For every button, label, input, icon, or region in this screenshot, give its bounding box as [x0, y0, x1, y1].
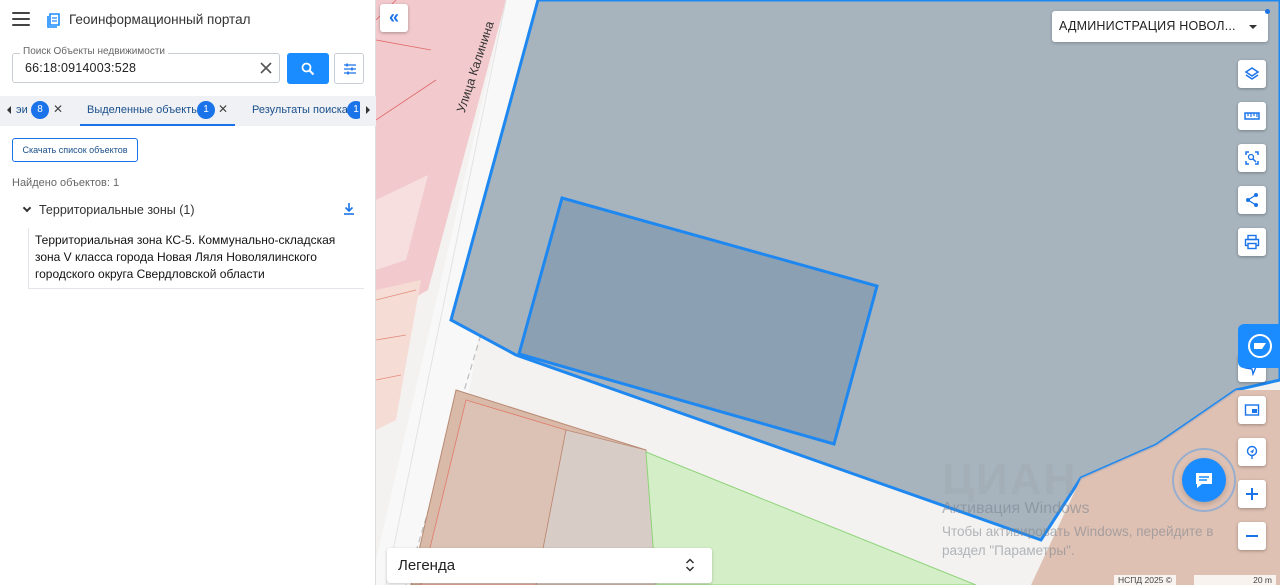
- select-area-button[interactable]: [1238, 144, 1266, 172]
- search-label: Поиск Объекты недвижимости: [20, 46, 168, 57]
- chevron-down-icon: [1249, 25, 1257, 29]
- search-value: 66:18:0914003:528: [25, 61, 137, 75]
- results-tabs: эи 8 ✕ Выделенные объекты 1 ✕ Результаты…: [0, 96, 376, 126]
- assistant-side-button[interactable]: [1238, 324, 1280, 368]
- administration-select-value: АДМИНИСТРАЦИЯ НОВОЛ...: [1059, 19, 1236, 33]
- chevron-down-icon: [22, 203, 32, 213]
- minimap-button[interactable]: [1238, 396, 1266, 424]
- chat-icon: [1196, 473, 1212, 488]
- hamburger-menu-icon[interactable]: [12, 12, 30, 26]
- group-territorial-zones[interactable]: Территориальные зоны (1): [22, 202, 360, 220]
- ruler-icon: [1244, 112, 1260, 120]
- close-icon[interactable]: ✕: [218, 102, 228, 116]
- app-root: Геоинформационный портал Поиск Объекты н…: [0, 0, 1280, 585]
- filter-button[interactable]: [334, 53, 364, 84]
- tab-label: Результаты поиска: [252, 104, 348, 116]
- zoom-in-button[interactable]: [1238, 480, 1266, 508]
- search-input[interactable]: 66:18:0914003:528: [12, 53, 280, 83]
- result-item-text: Территориальная зона КС-5. Коммунально-с…: [35, 233, 336, 281]
- clear-icon[interactable]: [257, 59, 275, 77]
- chat-bubble-icon: [1248, 334, 1272, 358]
- geolocation-icon: [1246, 445, 1258, 459]
- expand-collapse-icon: [685, 558, 695, 572]
- geolocation-button[interactable]: [1238, 438, 1266, 466]
- filter-sliders-icon: [344, 63, 356, 75]
- search-icon: [301, 62, 315, 76]
- app-title: Геоинформационный портал: [69, 12, 251, 27]
- print-button[interactable]: [1238, 228, 1266, 256]
- picture-in-picture-icon: [1244, 404, 1260, 416]
- tab-selected-objects[interactable]: Выделенные объекты 1 ✕: [80, 96, 235, 126]
- download-icon[interactable]: [342, 202, 356, 216]
- map-view[interactable]: Улица Калинина « АДМИНИСТРАЦИЯ НОВОЛ...: [376, 0, 1280, 585]
- layers-icon: [1244, 67, 1260, 80]
- cian-watermark: ЦИАН: [942, 455, 1078, 504]
- print-icon: [1244, 234, 1260, 250]
- found-count: Найдено объектов: 1: [12, 177, 120, 189]
- search-button[interactable]: [287, 53, 329, 84]
- windows-activation-title: Активация Windows: [942, 500, 1090, 517]
- share-button[interactable]: [1238, 186, 1266, 214]
- measure-button[interactable]: [1238, 102, 1266, 130]
- tab-badge: 1: [347, 101, 360, 119]
- tab-search-results[interactable]: Результаты поиска 1: [252, 96, 360, 126]
- chat-fab-button[interactable]: [1182, 458, 1226, 502]
- tab-label: Выделенные объекты: [87, 104, 200, 116]
- windows-activation-text: Чтобы активировать Windows, перейдите в …: [942, 524, 1214, 558]
- tabs-scroll-right-icon[interactable]: [366, 106, 370, 114]
- zoom-out-button[interactable]: [1238, 522, 1266, 550]
- tab-layers[interactable]: эи 8 ✕: [16, 96, 66, 126]
- zoom-in-icon: [1246, 488, 1258, 500]
- side-panel: Геоинформационный портал Поиск Объекты н…: [0, 0, 376, 585]
- top-bar: Геоинформационный портал: [0, 0, 376, 40]
- list-item[interactable]: Территориальная зона КС-5. Коммунально-с…: [28, 228, 364, 289]
- tab-label: эи: [16, 104, 28, 116]
- collapse-panel-button[interactable]: «: [380, 4, 408, 32]
- share-icon: [1246, 193, 1258, 207]
- tab-badge: 8: [31, 101, 49, 119]
- download-list-button[interactable]: Скачать список объектов: [12, 138, 138, 162]
- notification-dot: [1265, 9, 1270, 14]
- map-canvas[interactable]: [376, 0, 1280, 585]
- close-icon[interactable]: ✕: [53, 102, 63, 116]
- layers-button[interactable]: [1238, 60, 1266, 88]
- group-label: Территориальные зоны (1): [39, 203, 195, 217]
- portal-logo-icon: [47, 13, 60, 28]
- map-attribution: НСПД 2025 ©: [1114, 575, 1177, 585]
- legend-panel[interactable]: Легенда: [387, 548, 712, 583]
- select-area-icon: [1245, 151, 1259, 165]
- map-scale: 20 m: [1194, 575, 1276, 585]
- zoom-out-icon: [1246, 535, 1258, 537]
- legend-label: Легенда: [398, 557, 456, 574]
- tab-badge: 1: [197, 101, 215, 119]
- tabs-scroll-left-icon[interactable]: [7, 106, 11, 114]
- administration-select[interactable]: АДМИНИСТРАЦИЯ НОВОЛ...: [1052, 9, 1270, 42]
